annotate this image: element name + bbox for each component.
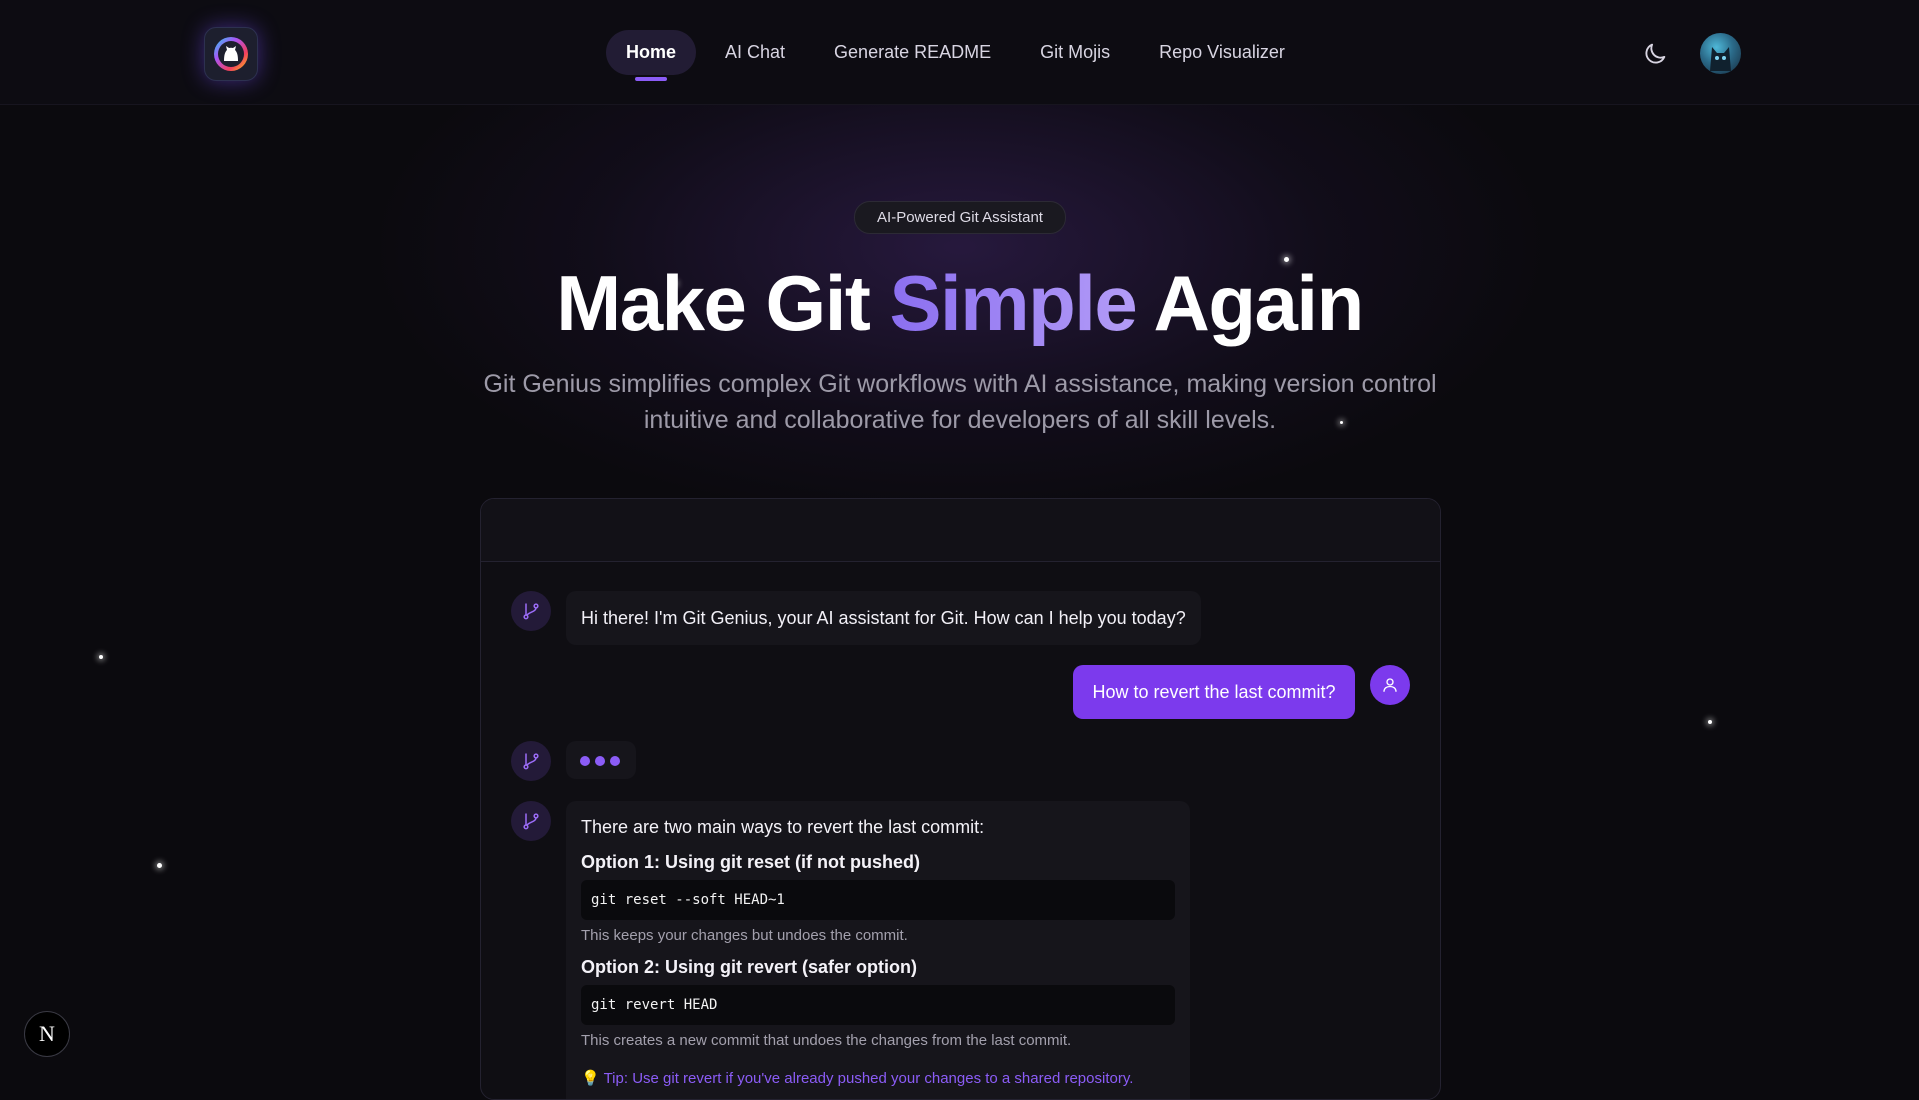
git-branch-icon [523, 603, 539, 620]
star-decoration [157, 863, 162, 868]
chat-card-header [481, 499, 1440, 562]
hero-badge: AI-Powered Git Assistant [854, 201, 1066, 234]
nav-git-mojis[interactable]: Git Mojis [1020, 30, 1130, 75]
theme-toggle-button[interactable] [1641, 40, 1669, 68]
avatar-image [1710, 47, 1731, 71]
active-indicator [635, 77, 667, 81]
user-icon [1383, 678, 1397, 692]
typing-dot [610, 756, 620, 766]
app-logo[interactable] [204, 27, 258, 81]
bot-answer-message: There are two main ways to revert the la… [566, 801, 1190, 1099]
typing-dot [595, 756, 605, 766]
star-decoration [99, 655, 103, 659]
nav-home-label: Home [626, 42, 677, 62]
git-branch-icon [523, 753, 539, 770]
bot-avatar [511, 591, 551, 631]
chat-demo-card: Hi there! I'm Git Genius, your AI assist… [480, 498, 1441, 1100]
user-avatar[interactable] [1700, 33, 1741, 74]
answer-tip: 💡 Tip: Use git revert if you've already … [581, 1070, 1134, 1087]
hero-title-part2: Again [1136, 259, 1365, 347]
nav-ai-chat[interactable]: AI Chat [705, 30, 805, 75]
hero-title-part1: Make Git [556, 259, 890, 347]
top-navigation: Home AI Chat Generate README Git Mojis R… [0, 0, 1919, 105]
option1-note: This keeps your changes but undoes the c… [581, 927, 908, 944]
star-decoration [1708, 720, 1712, 724]
answer-intro: There are two main ways to revert the la… [581, 817, 985, 837]
option1-code[interactable]: git reset --soft HEAD~1 [581, 880, 1175, 920]
bot-avatar [511, 801, 551, 841]
bot-avatar [511, 741, 551, 781]
option2-note: This creates a new commit that undoes th… [581, 1032, 1072, 1049]
bot-greeting-message: Hi there! I'm Git Genius, your AI assist… [566, 591, 1201, 645]
hero-title-accent: Simple [889, 259, 1138, 347]
user-message: How to revert the last commit? [1073, 665, 1355, 719]
nav-links: Home AI Chat Generate README Git Mojis R… [606, 30, 1314, 81]
nav-home[interactable]: Home [606, 30, 697, 81]
moon-icon [1645, 43, 1666, 64]
user-avatar-chat [1370, 665, 1410, 705]
typing-indicator [566, 741, 636, 779]
git-branch-icon [523, 813, 539, 830]
option2-title: Option 2: Using git revert (safer option… [581, 957, 918, 977]
option2-code[interactable]: git revert HEAD [581, 985, 1175, 1025]
hero-title: Make Git Simple Again [0, 258, 1919, 348]
dev-tools-badge[interactable]: N [24, 1011, 70, 1057]
typing-dot [580, 756, 590, 766]
nav-generate-readme[interactable]: Generate README [814, 30, 1011, 75]
github-octocat-logo-icon [214, 37, 248, 71]
option1-title: Option 1: Using git reset (if not pushed… [581, 852, 920, 872]
hero-subtitle: Git Genius simplifies complex Git workfl… [483, 370, 1437, 434]
nav-repo-visualizer[interactable]: Repo Visualizer [1139, 30, 1305, 75]
